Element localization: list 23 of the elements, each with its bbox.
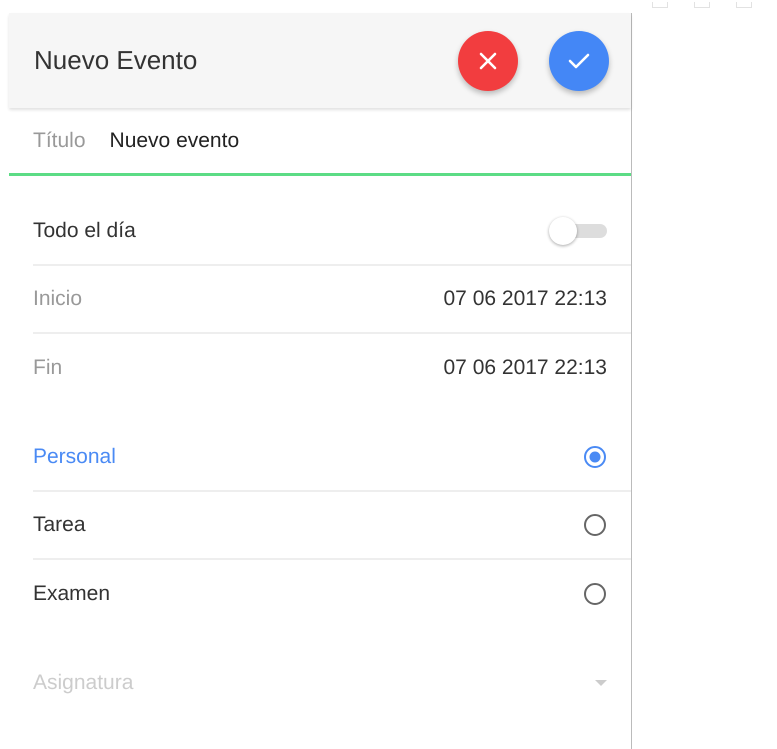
field-label: Título [33, 128, 86, 152]
close-icon [477, 50, 499, 72]
grid-cell [694, 2, 710, 8]
row-label: Fin [33, 356, 62, 380]
confirm-button[interactable] [549, 30, 609, 90]
checkmark-icon [567, 50, 591, 70]
dropdown-caret-icon [595, 680, 607, 686]
cancel-button[interactable] [458, 30, 518, 90]
row-label: Inicio [33, 287, 82, 311]
date-time-value[interactable]: 07 06 2017 22:13 [444, 356, 607, 380]
row-label: Todo el día [33, 219, 136, 243]
option-label: Personal [33, 445, 116, 469]
option-label: Examen [33, 582, 110, 606]
grid-cell [736, 2, 752, 8]
title-field[interactable]: Título Nuevo evento [9, 108, 631, 176]
field-value: Nuevo evento [110, 128, 240, 152]
date-time-value[interactable]: 07 06 2017 22:13 [444, 287, 607, 311]
toggle-switch[interactable] [549, 217, 607, 245]
grid-cell [652, 2, 668, 8]
option-label: Tarea [33, 513, 86, 537]
radio-option[interactable]: Examen [33, 560, 607, 628]
radio-option[interactable]: Tarea [33, 492, 631, 560]
panel-title: Nuevo Evento [34, 45, 198, 76]
